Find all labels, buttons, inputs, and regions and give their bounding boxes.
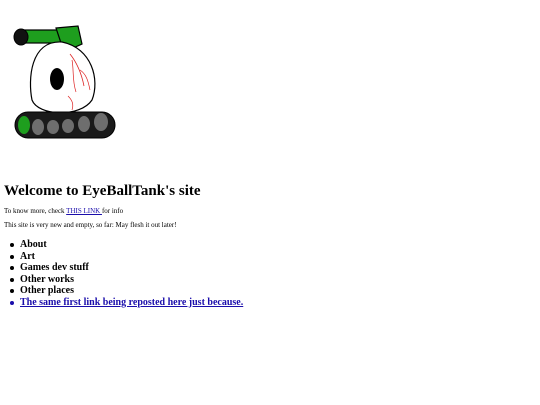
bullet-icon [10,289,14,293]
bullet-icon [10,300,14,305]
nav-item-label: About [20,239,47,250]
bullet-icon [10,277,14,282]
intro-prefix: To know more, check [4,207,67,215]
nav-item-games-dev: Games dev stuff [0,262,243,274]
nav-item-label: Other works [20,273,74,285]
bullet-icon [10,254,14,259]
page-title: Welcome to EyeBallTank's site [4,183,201,199]
nav-item-about: About [0,239,243,251]
nav-list: About Art Games dev stuff Other works Ot… [0,239,243,308]
repost-link[interactable]: The same first link being reposted here … [20,297,243,308]
intro-text: To know more, check THIS LINK for info [4,207,123,216]
nav-item-label: Other places [20,285,74,296]
nav-item-label: Games dev stuff [20,262,89,273]
tank-treads-icon [14,111,116,139]
eyeball-icon [29,41,96,114]
nav-item-repost-link: The same first link being reposted here … [0,297,243,309]
intro-suffix: for info [101,207,124,215]
info-link[interactable]: THIS LINK [66,207,102,215]
nav-item-other-places: Other places [0,285,243,297]
nav-item-label: Art [20,250,35,262]
site-note: This site is very new and empty, so far:… [4,221,177,229]
eyeball-tank-logo [13,25,116,139]
nav-item-art: Art [0,251,243,263]
bullet-icon [10,266,14,270]
nav-item-other-works: Other works [0,274,243,286]
bullet-icon [10,243,14,247]
